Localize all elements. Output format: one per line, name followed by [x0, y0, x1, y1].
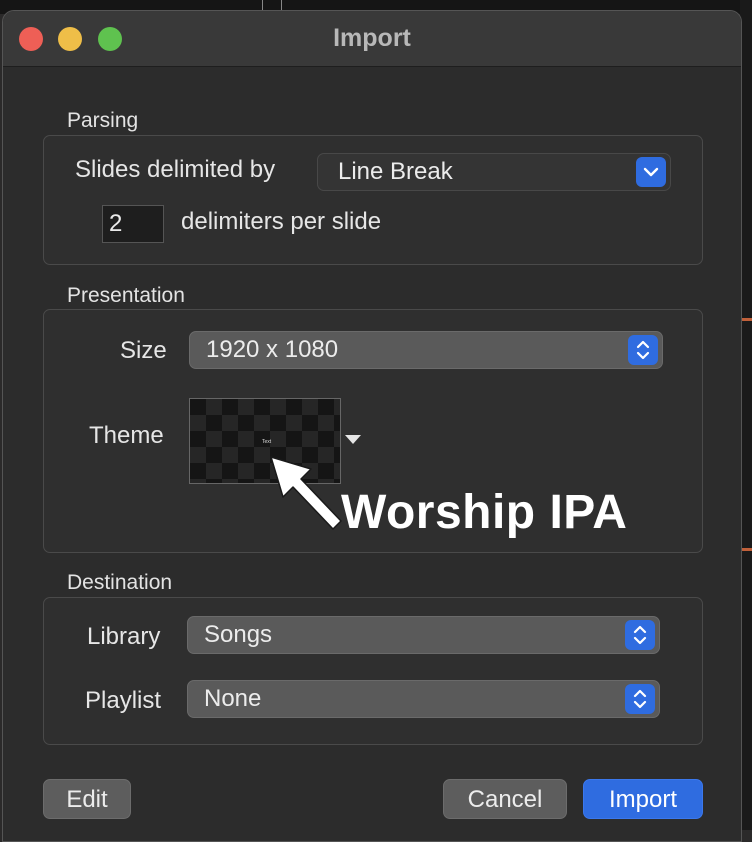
destination-group: Library Songs Playlist None: [43, 597, 703, 745]
parsing-section-label: Parsing: [67, 109, 139, 132]
size-value: 1920 x 1080: [206, 336, 339, 363]
delimiter-popup[interactable]: Line Break: [317, 153, 671, 191]
library-popup[interactable]: Songs: [187, 616, 660, 654]
theme-thumbnail-text: Text: [262, 439, 272, 445]
playlist-value: None: [204, 685, 262, 712]
size-label: Size: [120, 337, 167, 364]
up-down-chevron-icon: [628, 335, 658, 365]
arrow-icon: [270, 456, 342, 530]
delimiter-value: Line Break: [338, 158, 453, 185]
delimiter-count-field[interactable]: 2: [102, 205, 164, 243]
annotation-label: Worship IPA: [341, 486, 628, 539]
slides-delimited-label: Slides delimited by: [75, 156, 276, 183]
delimiters-per-slide-label: delimiters per slide: [181, 208, 382, 235]
cancel-button[interactable]: Cancel: [443, 779, 567, 819]
window-title: Import: [333, 24, 411, 52]
parsing-group: Slides delimited by Line Break 2 delimit…: [43, 135, 703, 265]
up-down-chevron-icon: [625, 684, 655, 714]
theme-label: Theme: [89, 422, 164, 449]
playlist-popup[interactable]: None: [187, 680, 660, 718]
import-button[interactable]: Import: [583, 779, 703, 819]
library-value: Songs: [204, 621, 273, 648]
delimiter-count-value: 2: [109, 210, 123, 237]
title-bar: Import: [3, 11, 741, 67]
destination-section-label: Destination: [67, 571, 173, 594]
triangle-down-icon[interactable]: [344, 434, 362, 446]
chevron-down-icon: [636, 157, 666, 187]
import-dialog: Import Parsing Slides delimited by Line …: [2, 10, 742, 842]
edit-button[interactable]: Edit: [43, 779, 131, 819]
playlist-label: Playlist: [85, 687, 162, 714]
presentation-section-label: Presentation: [67, 284, 185, 307]
size-popup[interactable]: 1920 x 1080: [189, 331, 663, 369]
library-label: Library: [87, 623, 161, 650]
up-down-chevron-icon: [625, 620, 655, 650]
